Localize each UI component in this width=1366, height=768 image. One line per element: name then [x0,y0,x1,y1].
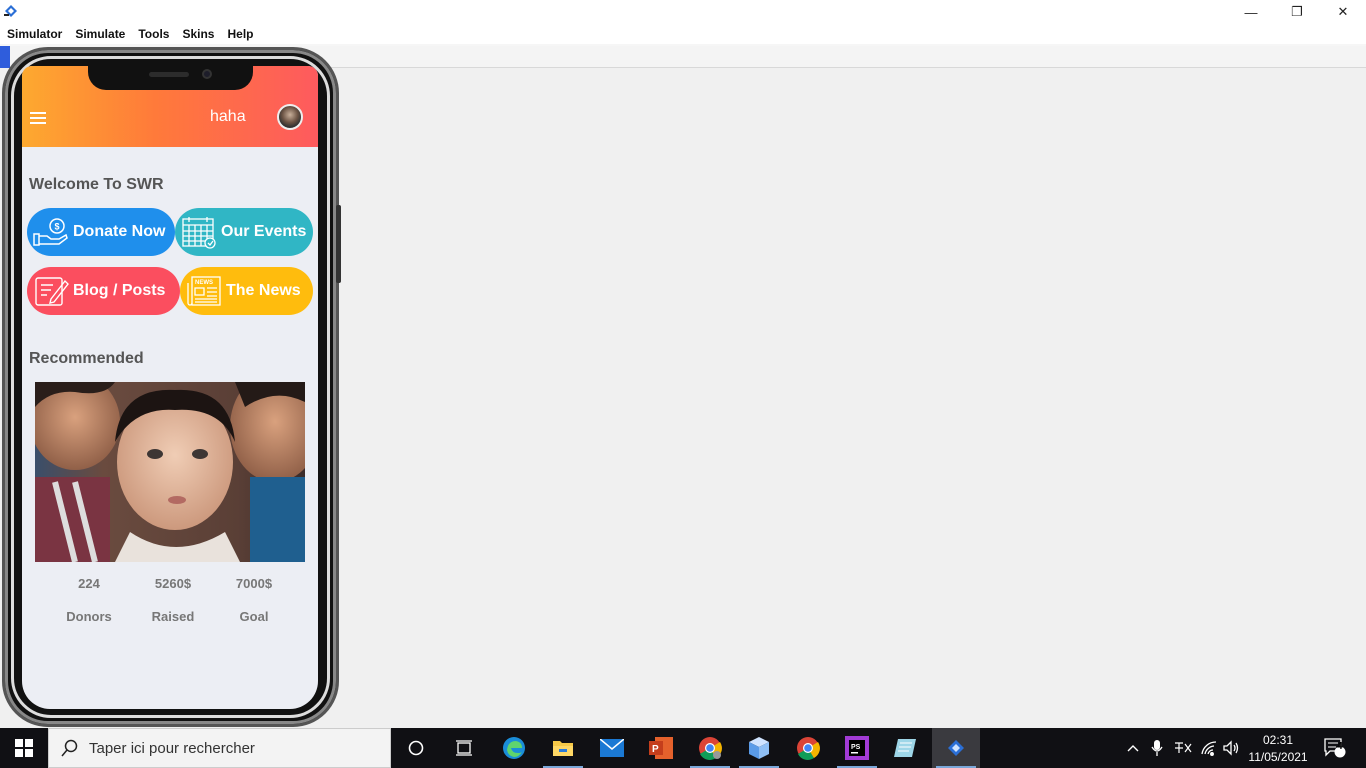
close-button[interactable]: ✕ [1320,0,1366,24]
edit-note-icon [35,277,69,306]
blog-posts-button[interactable]: Blog / Posts [27,267,180,315]
chrome-icon[interactable] [784,728,832,768]
file-explorer-icon[interactable] [539,728,587,768]
phpstorm-icon[interactable]: PS [833,728,881,768]
svg-text:P: P [652,744,659,755]
phone-screen: haha Welcome To SWR $ Donate Now Our Eve… [22,66,318,709]
our-events-button[interactable]: Our Events [175,208,313,256]
edge-browser-icon[interactable] [490,728,538,768]
notes-app-icon[interactable] [882,728,930,768]
donate-now-label: Donate Now [73,223,166,240]
menu-simulate[interactable]: Simulate [75,27,125,41]
simulator-tab[interactable] [0,46,10,68]
menu-tools[interactable]: Tools [138,27,169,41]
3d-box-app-icon[interactable] [735,728,783,768]
svg-text:$: $ [55,222,60,232]
task-view-icon[interactable] [440,728,488,768]
blog-posts-label: Blog / Posts [73,282,166,299]
wifi-icon[interactable] [1200,728,1218,768]
microphone-icon[interactable] [1151,728,1163,768]
restore-button[interactable]: ❐ [1274,0,1320,24]
welcome-heading: Welcome To SWR [29,176,164,193]
search-placeholder: Taper ici pour rechercher [89,739,255,757]
cortana-icon[interactable] [392,728,440,768]
notification-count: 4 [1337,741,1343,752]
svg-text:PS: PS [851,744,861,751]
simulator-app-icon [4,5,17,17]
donate-now-button[interactable]: $ Donate Now [27,208,175,256]
notifications-icon[interactable]: 4 [1324,728,1346,768]
menu-skins[interactable]: Skins [182,27,214,41]
recommended-heading: Recommended [29,350,144,367]
chrome-profile-icon[interactable] [686,728,734,768]
avatar[interactable] [277,104,303,130]
calendar-icon [182,217,216,249]
menu-simulator[interactable]: Simulator [7,27,62,41]
search-icon [61,739,78,757]
show-hidden-icons[interactable] [1126,728,1140,768]
donate-hand-icon: $ [33,218,68,246]
raised-amount: 5260$ [154,576,192,591]
speaker-grille [149,72,189,77]
input-method-icon[interactable] [1173,728,1193,768]
the-news-button[interactable]: NEWS The News [180,267,313,315]
header-title: haha [210,108,246,125]
svg-text:NEWS: NEWS [195,280,213,286]
simulator-taskbar-icon[interactable] [932,728,980,768]
window-titlebar: — ❐ ✕ [0,0,1366,24]
goal-amount: 7000$ [235,576,273,591]
phone-side-button[interactable] [336,205,341,283]
powerpoint-icon[interactable]: P [637,728,685,768]
windows-start-icon[interactable] [0,728,48,768]
donors-count: 224 [78,576,100,591]
minimize-button[interactable]: — [1228,0,1274,24]
the-news-label: The News [226,282,301,299]
raised-label: Raised [151,609,195,624]
hamburger-menu-icon[interactable] [30,112,46,124]
clock-date: 11/05/2021 [1248,749,1308,764]
camera-icon [202,69,212,79]
taskbar-search-input[interactable]: Taper ici pour rechercher [48,728,391,768]
our-events-label: Our Events [221,223,307,240]
goal-label: Goal [239,609,269,624]
clock-time: 02:31 [1262,732,1294,747]
recommended-campaign-image[interactable] [35,382,305,562]
donors-label: Donors [66,609,112,624]
campaign-stats: 224 5260$ 7000$ Donors Raised Goal [22,574,318,634]
phone-notch [88,66,253,90]
menu-help[interactable]: Help [227,27,253,41]
newspaper-icon: NEWS [187,276,221,306]
menu-bar: Simulator Simulate Tools Skins Help [0,24,1366,44]
volume-icon[interactable] [1222,728,1240,768]
clock[interactable]: 02:31 11/05/2021 [1248,728,1308,768]
mail-icon[interactable] [588,728,636,768]
